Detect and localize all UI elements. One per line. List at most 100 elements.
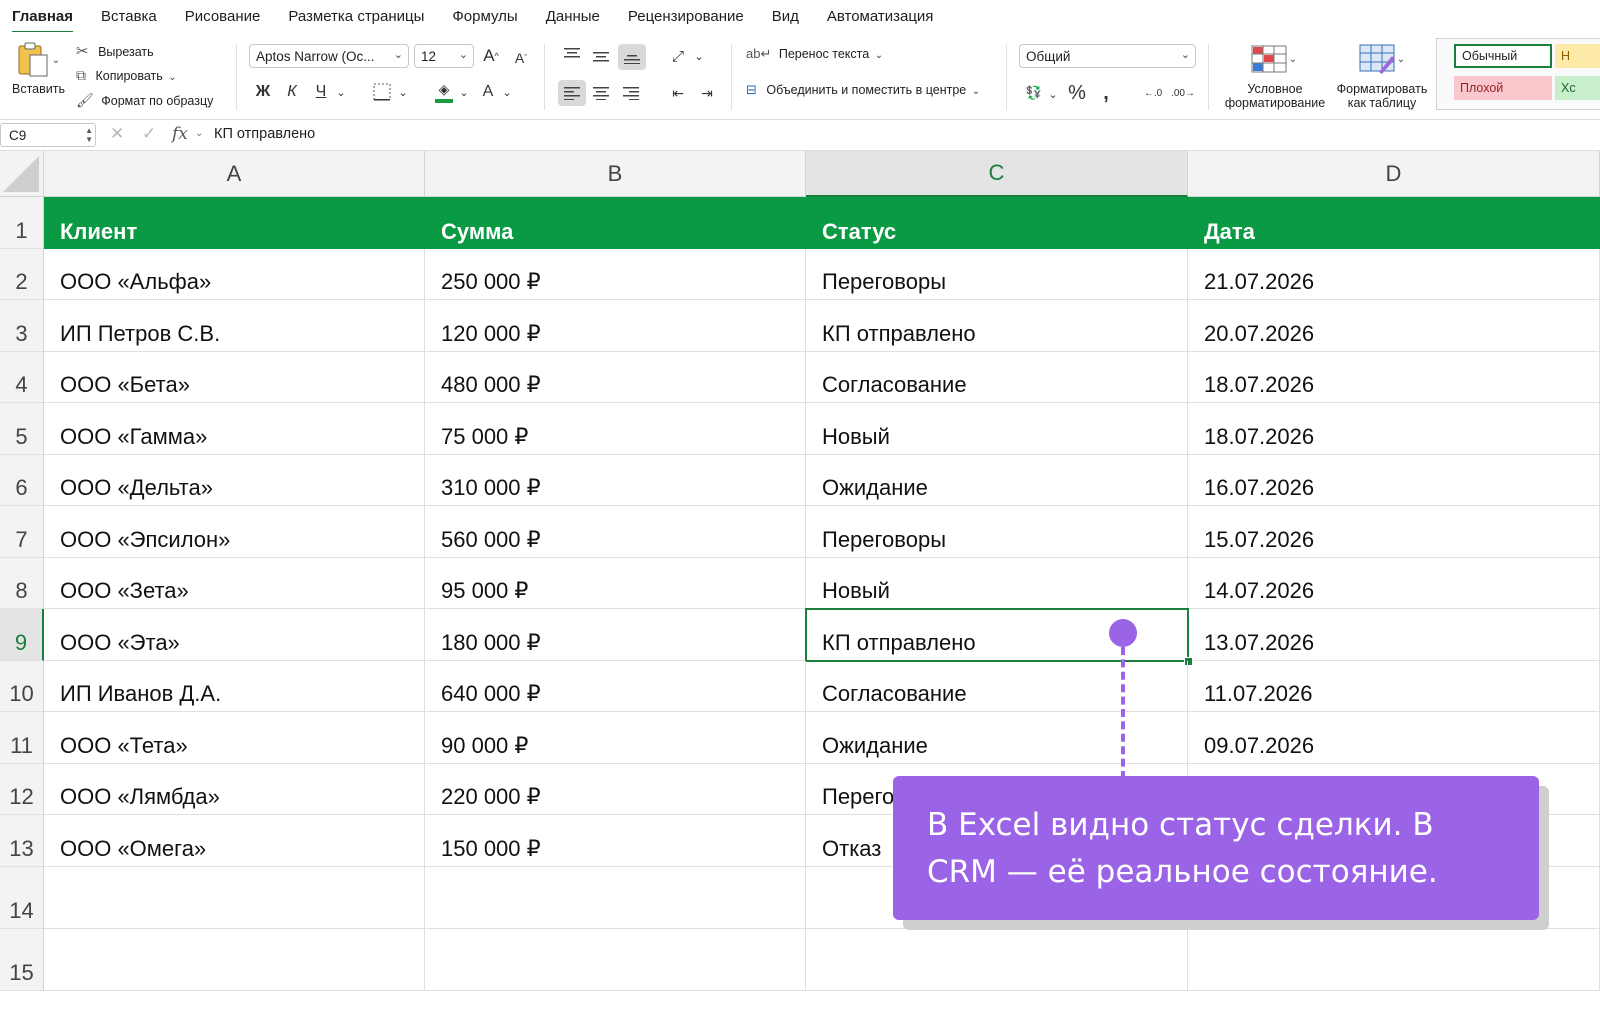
formula-content[interactable]: КП отправлено <box>214 126 315 142</box>
table-cell[interactable]: 150 000 ₽ <box>425 815 806 866</box>
style-good[interactable]: Хс <box>1555 76 1600 100</box>
table-cell[interactable]: 14.07.2026 <box>1188 557 1600 608</box>
confirm-icon[interactable]: ✓ <box>142 124 156 144</box>
table-cell[interactable]: Переговоры <box>806 506 1188 557</box>
row-header-9[interactable]: 9 <box>0 609 44 661</box>
table-cell[interactable] <box>44 928 425 990</box>
table-cell[interactable] <box>1188 928 1600 990</box>
font-size-select[interactable]: 12 ⌄ <box>414 44 474 68</box>
table-cell[interactable] <box>425 866 806 928</box>
tab-7[interactable]: Вид <box>772 6 799 27</box>
style-normal[interactable]: Обычный <box>1454 44 1552 68</box>
column-header-d[interactable]: D <box>1188 151 1600 197</box>
table-cell[interactable]: Ожидание <box>806 712 1188 763</box>
column-header-a[interactable]: A <box>44 151 425 197</box>
table-cell[interactable]: ИП Иванов Д.А. <box>44 660 425 711</box>
table-cell[interactable]: ООО «Дельта» <box>44 454 425 505</box>
table-cell[interactable]: 250 000 ₽ <box>425 248 806 299</box>
table-cell[interactable]: ООО «Лямбда» <box>44 763 425 814</box>
row-header-11[interactable]: 11 <box>0 712 44 764</box>
table-cell[interactable]: 90 000 ₽ <box>425 712 806 763</box>
merge-center-button[interactable]: ⊟ Объединить и поместить в центре ⌄ <box>746 82 980 98</box>
chevron-down-icon[interactable]: ⌄ <box>396 82 410 102</box>
table-cell[interactable]: 95 000 ₽ <box>425 557 806 608</box>
align-bottom-icon[interactable] <box>618 44 646 70</box>
table-cell[interactable] <box>806 928 1188 990</box>
table-cell[interactable]: КП отправлено <box>806 300 1188 351</box>
header-cell[interactable]: Сумма <box>425 197 806 249</box>
table-cell[interactable]: 20.07.2026 <box>1188 300 1600 351</box>
align-middle-icon[interactable] <box>589 44 613 68</box>
paste-dropdown-icon[interactable]: ⌄ <box>52 55 60 66</box>
align-center-icon[interactable] <box>589 80 613 106</box>
chevron-down-icon[interactable]: ⌄ <box>195 128 203 139</box>
row-header-15[interactable]: 15 <box>0 928 44 991</box>
row-header-3[interactable]: 3 <box>0 300 44 352</box>
table-cell[interactable]: 11.07.2026 <box>1188 660 1600 711</box>
row-header-8[interactable]: 8 <box>0 557 44 609</box>
table-cell[interactable]: ООО «Омега» <box>44 815 425 866</box>
column-header-c[interactable]: C <box>806 151 1188 197</box>
currency-format-icon[interactable]: 💱 <box>1022 82 1046 104</box>
table-cell[interactable]: 16.07.2026 <box>1188 454 1600 505</box>
chevron-down-icon[interactable]: ⌄ <box>457 82 471 102</box>
wrap-text-button[interactable]: ab↵ Перенос текста ⌄ <box>746 46 883 62</box>
decrease-font-size-icon[interactable]: Aˇ <box>510 46 532 70</box>
table-cell[interactable]: ООО «Зета» <box>44 557 425 608</box>
text-orientation-icon[interactable]: ⤢ <box>666 44 690 68</box>
table-cell[interactable]: Новый <box>806 557 1188 608</box>
table-cell[interactable]: 310 000 ₽ <box>425 454 806 505</box>
header-cell[interactable]: Дата <box>1188 197 1600 249</box>
chevron-down-icon[interactable]: ⌄ <box>692 46 706 66</box>
table-cell[interactable]: 75 000 ₽ <box>425 403 806 454</box>
table-cell[interactable]: 18.07.2026 <box>1188 351 1600 402</box>
tab-0[interactable]: Главная <box>12 6 74 33</box>
conditional-formatting-icon[interactable]: ⌄ <box>1246 42 1302 76</box>
percent-icon[interactable]: % <box>1066 82 1088 104</box>
insert-function-icon[interactable]: fx <box>172 124 188 144</box>
table-cell[interactable]: 560 000 ₽ <box>425 506 806 557</box>
increase-indent-icon[interactable]: ⇥ <box>695 80 719 106</box>
format-as-table-label[interactable]: Форматировать как таблицу <box>1330 82 1434 110</box>
row-header-2[interactable]: 2 <box>0 248 44 300</box>
increase-font-size-icon[interactable]: A ^ <box>480 44 502 68</box>
style-bad[interactable]: Плохой <box>1454 76 1552 100</box>
tab-6[interactable]: Рецензирование <box>628 6 744 27</box>
chevron-down-icon[interactable]: ⌄ <box>334 82 348 102</box>
format-as-table-icon[interactable]: ⌄ <box>1354 42 1410 76</box>
chevron-down-icon[interactable]: ⌄ <box>500 82 514 102</box>
table-cell[interactable]: ООО «Тета» <box>44 712 425 763</box>
name-box[interactable]: C9 ▲ ▼ <box>0 123 96 147</box>
row-header-6[interactable]: 6 <box>0 454 44 506</box>
table-cell[interactable]: 480 000 ₽ <box>425 351 806 402</box>
table-cell[interactable]: 09.07.2026 <box>1188 712 1600 763</box>
borders-icon[interactable] <box>370 80 394 104</box>
row-header-12[interactable]: 12 <box>0 763 44 815</box>
increase-decimal-icon[interactable]: ←.0 <box>1140 82 1166 104</box>
italic-button[interactable]: К <box>281 80 303 104</box>
table-cell[interactable]: Новый <box>806 403 1188 454</box>
decrease-indent-icon[interactable]: ⇤ <box>666 80 690 106</box>
table-cell[interactable]: 220 000 ₽ <box>425 763 806 814</box>
row-header-5[interactable]: 5 <box>0 403 44 455</box>
row-header-10[interactable]: 10 <box>0 660 44 712</box>
table-cell[interactable]: Переговоры <box>806 248 1188 299</box>
font-color-icon[interactable]: A <box>478 78 498 106</box>
conditional-formatting-label[interactable]: Условное форматирование <box>1222 82 1328 110</box>
bold-button[interactable]: Ж <box>252 80 274 104</box>
tab-2[interactable]: Рисование <box>185 6 261 27</box>
table-cell[interactable]: 18.07.2026 <box>1188 403 1600 454</box>
table-cell[interactable]: Согласование <box>806 660 1188 711</box>
row-header-7[interactable]: 7 <box>0 506 44 558</box>
table-cell[interactable]: 120 000 ₽ <box>425 300 806 351</box>
tab-3[interactable]: Разметка страницы <box>288 6 424 27</box>
table-cell[interactable]: ИП Петров С.В. <box>44 300 425 351</box>
chevron-down-icon[interactable]: ⌄ <box>1046 84 1060 104</box>
paste-button[interactable]: ⌄ <box>10 40 66 80</box>
align-right-icon[interactable] <box>619 80 643 106</box>
decrease-decimal-icon[interactable]: .00→ <box>1170 82 1196 104</box>
table-cell[interactable]: 180 000 ₽ <box>425 609 806 660</box>
table-cell[interactable]: ООО «Эта» <box>44 609 425 660</box>
row-header-14[interactable]: 14 <box>0 866 44 929</box>
underline-button[interactable]: Ч <box>310 80 332 104</box>
